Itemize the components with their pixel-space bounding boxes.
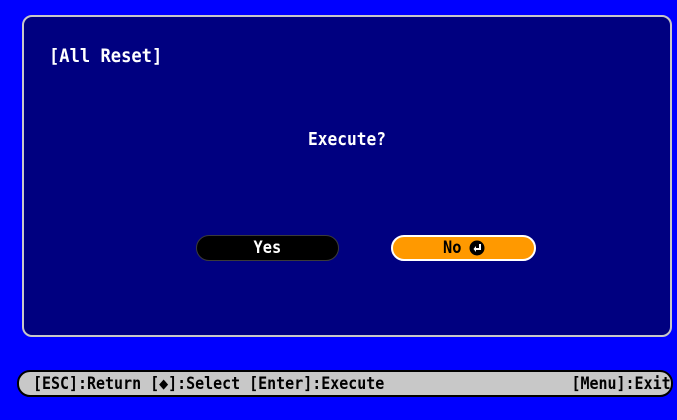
- help-status-bar: [ESC]:Return [◆]:Select [Enter]:Execute …: [17, 370, 673, 397]
- dialog-title: [All Reset]: [49, 45, 163, 67]
- key-hints: [ESC]:Return [◆]:Select [Enter]:Execute: [33, 374, 385, 394]
- yes-button-label: Yes: [253, 238, 282, 258]
- no-button-label: No: [443, 238, 462, 258]
- enter-icon: [469, 240, 485, 256]
- confirm-question: Execute?: [307, 129, 387, 150]
- all-reset-dialog: [All Reset] Execute? Yes No: [22, 15, 672, 337]
- yes-button[interactable]: Yes: [196, 235, 339, 261]
- no-button[interactable]: No: [391, 235, 536, 261]
- menu-exit-hint: [Menu]:Exit: [571, 374, 671, 394]
